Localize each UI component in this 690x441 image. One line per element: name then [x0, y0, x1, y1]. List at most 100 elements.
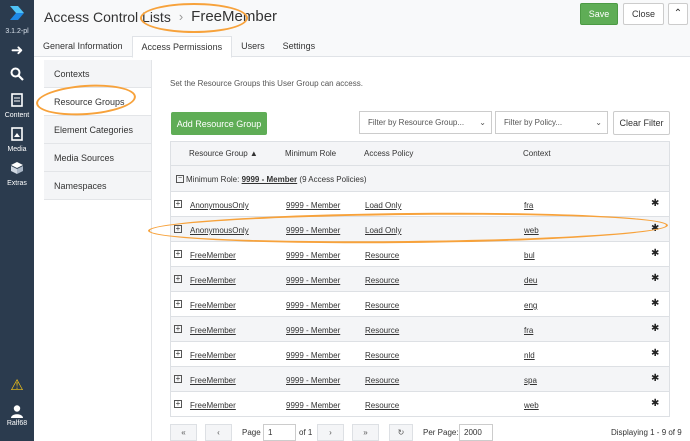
cell-access-policy[interactable]: Resource [365, 276, 399, 285]
tab-access-permissions[interactable]: Access Permissions [131, 36, 233, 58]
cell-access-policy[interactable]: Resource [365, 351, 399, 360]
col-minimum-role[interactable]: Minimum Role [285, 149, 336, 158]
expand-icon[interactable]: + [174, 225, 182, 233]
group-role-link[interactable]: 9999 - Member [242, 175, 298, 184]
cell-minimum-role[interactable]: 9999 - Member [286, 401, 340, 410]
last-page-button[interactable]: » [352, 424, 379, 441]
cell-access-policy[interactable]: Resource [365, 376, 399, 385]
prev-page-button[interactable]: ‹ [205, 424, 232, 441]
gear-icon[interactable]: ✱ [651, 273, 659, 284]
cell-access-policy[interactable]: Resource [365, 401, 399, 410]
breadcrumb-parent[interactable]: Access Control Lists [44, 9, 171, 25]
cell-access-policy[interactable]: Load Only [365, 201, 401, 210]
save-button[interactable]: Save [580, 3, 618, 25]
nav-search[interactable] [0, 67, 34, 85]
expand-icon[interactable]: + [174, 350, 182, 358]
add-resource-group-button[interactable]: Add Resource Group [171, 112, 267, 135]
cell-minimum-role[interactable]: 9999 - Member [286, 351, 340, 360]
cell-context[interactable]: nld [524, 351, 535, 360]
gear-icon[interactable]: ✱ [651, 298, 659, 309]
first-page-button[interactable]: « [170, 424, 197, 441]
table-row[interactable]: + FreeMember 9999 - Member Resource spa ✱ [170, 367, 670, 392]
cell-context[interactable]: bul [524, 251, 535, 260]
cell-access-policy[interactable]: Resource [365, 251, 399, 260]
cell-context[interactable]: deu [524, 276, 537, 285]
cell-resource-group[interactable]: AnonymousOnly [190, 201, 249, 210]
expand-icon[interactable]: + [174, 325, 182, 333]
modx-logo[interactable] [0, 0, 34, 26]
tab-general-information[interactable]: General Information [34, 36, 132, 56]
gear-icon[interactable]: ✱ [651, 198, 659, 209]
col-access-policy[interactable]: Access Policy [364, 149, 413, 158]
cell-context[interactable]: spa [524, 376, 537, 385]
vtab-element-categories[interactable]: Element Categories [44, 116, 151, 144]
cell-minimum-role[interactable]: 9999 - Member [286, 326, 340, 335]
col-context[interactable]: Context [523, 149, 551, 158]
vtab-media-sources[interactable]: Media Sources [44, 144, 151, 172]
cell-context[interactable]: web [524, 401, 539, 410]
table-row[interactable]: + FreeMember 9999 - Member Resource web ✱ [170, 392, 670, 417]
cell-resource-group[interactable]: AnonymousOnly [190, 226, 249, 235]
cell-minimum-role[interactable]: 9999 - Member [286, 201, 340, 210]
gear-icon[interactable]: ✱ [651, 248, 659, 259]
table-row[interactable]: + FreeMember 9999 - Member Resource eng ✱ [170, 292, 670, 317]
group-row[interactable]: − Minimum Role: 9999 - Member (9 Access … [170, 166, 670, 192]
expand-icon[interactable]: + [174, 375, 182, 383]
refresh-button[interactable]: ↻ [389, 424, 413, 441]
table-row[interactable]: + FreeMember 9999 - Member Resource deu ✱ [170, 267, 670, 292]
expand-icon[interactable]: + [174, 200, 182, 208]
collapse-icon[interactable]: − [176, 175, 184, 183]
cell-resource-group[interactable]: FreeMember [190, 326, 236, 335]
col-resource-group[interactable]: Resource Group ▲ [189, 149, 258, 158]
cell-context[interactable]: eng [524, 301, 537, 310]
filter-policy-select[interactable]: Filter by Policy... ⌄ [495, 111, 608, 134]
close-button[interactable]: Close [623, 3, 664, 25]
nav-expand[interactable]: ➜ [0, 43, 34, 59]
table-row[interactable]: + FreeMember 9999 - Member Resource fra ✱ [170, 317, 670, 342]
cell-resource-group[interactable]: FreeMember [190, 301, 236, 310]
tab-users[interactable]: Users [232, 36, 274, 56]
cell-context[interactable]: fra [524, 201, 533, 210]
cell-context[interactable]: web [524, 226, 539, 235]
cell-minimum-role[interactable]: 9999 - Member [286, 376, 340, 385]
gear-icon[interactable]: ✱ [651, 398, 659, 409]
cell-context[interactable]: fra [524, 326, 533, 335]
expand-icon[interactable]: + [174, 250, 182, 258]
cell-resource-group[interactable]: FreeMember [190, 276, 236, 285]
gear-icon[interactable]: ✱ [651, 223, 659, 234]
cell-resource-group[interactable]: FreeMember [190, 401, 236, 410]
per-page-input[interactable]: 2000 [459, 424, 493, 441]
filter-resource-group-select[interactable]: Filter by Resource Group... ⌄ [359, 111, 492, 134]
cell-resource-group[interactable]: FreeMember [190, 376, 236, 385]
cell-resource-group[interactable]: FreeMember [190, 251, 236, 260]
nav-content[interactable]: Content [0, 93, 34, 119]
table-row[interactable]: + FreeMember 9999 - Member Resource nld ✱ [170, 342, 670, 367]
table-row[interactable]: + FreeMember 9999 - Member Resource bul ✱ [170, 242, 670, 267]
expand-icon[interactable]: + [174, 300, 182, 308]
clear-filter-button[interactable]: Clear Filter [613, 111, 670, 135]
cell-access-policy[interactable]: Resource [365, 301, 399, 310]
nav-extras[interactable]: Extras [0, 161, 34, 187]
warning-icon[interactable]: ⚠ [0, 376, 34, 394]
vtab-namespaces[interactable]: Namespaces [44, 172, 151, 200]
table-row[interactable]: + AnonymousOnly 9999 - Member Load Only fra ✱ [170, 192, 670, 217]
gear-icon[interactable]: ✱ [651, 373, 659, 384]
cell-minimum-role[interactable]: 9999 - Member [286, 301, 340, 310]
page-number-input[interactable]: 1 [263, 424, 296, 441]
cell-access-policy[interactable]: Load Only [365, 226, 401, 235]
expand-icon[interactable]: + [174, 400, 182, 408]
expand-icon[interactable]: + [174, 275, 182, 283]
more-button[interactable]: ⌃ [668, 3, 688, 25]
user-menu[interactable]: Ralf68 [0, 404, 34, 427]
cell-minimum-role[interactable]: 9999 - Member [286, 276, 340, 285]
nav-media[interactable]: Media [0, 127, 34, 153]
cell-resource-group[interactable]: FreeMember [190, 351, 236, 360]
gear-icon[interactable]: ✱ [651, 348, 659, 359]
gear-icon[interactable]: ✱ [651, 323, 659, 334]
table-row[interactable]: + AnonymousOnly 9999 - Member Load Only web ✱ [170, 217, 670, 242]
cell-access-policy[interactable]: Resource [365, 326, 399, 335]
cell-minimum-role[interactable]: 9999 - Member [286, 251, 340, 260]
cell-minimum-role[interactable]: 9999 - Member [286, 226, 340, 235]
vtab-resource-groups[interactable]: Resource Groups [44, 88, 151, 116]
vtab-contexts[interactable]: Contexts [44, 60, 151, 88]
